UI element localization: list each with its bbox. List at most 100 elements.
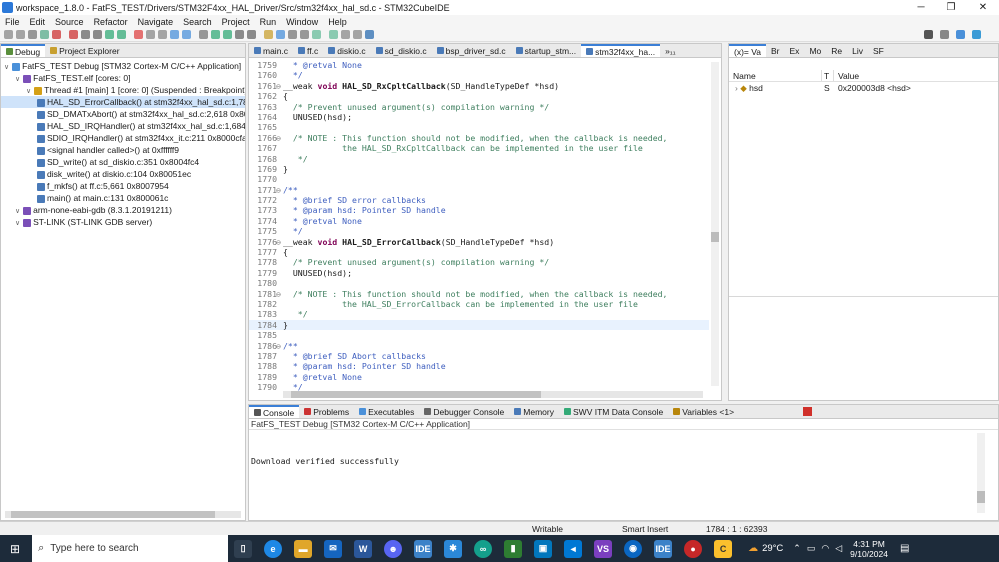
weather-icon[interactable]: ☁ [748,543,758,554]
toolbar-button-icon[interactable] [93,30,102,39]
volume-icon[interactable]: ◁ [835,543,842,554]
toolbar-button-icon[interactable] [134,30,143,39]
bottom-tab[interactable]: Console [249,405,300,418]
toolbar-button-icon[interactable] [211,30,220,39]
editor-overflow[interactable]: »₁₁ [660,44,680,57]
toolbar-button-icon[interactable] [312,30,321,39]
toolbar-button-icon[interactable] [40,30,49,39]
debug-tree-item[interactable]: ∨ FatFS_TEST Debug [STM32 Cortex-M C/C++ … [1,60,245,72]
console-vertical-scrollbar[interactable] [977,433,985,513]
fold-marker[interactable]: ⊖ [276,185,281,195]
search-icon[interactable] [924,30,933,39]
vscode-icon[interactable]: ◄ [564,539,583,558]
view-tab[interactable]: Ex [785,44,805,57]
arduino-icon[interactable]: ∞ [474,539,493,558]
menu-item-window[interactable]: Window [281,17,323,27]
debug-tree-item[interactable]: ∨ FatFS_TEST.elf [cores: 0] [1,72,245,84]
toolbar-button-icon[interactable] [16,30,25,39]
view-tab[interactable]: (x)= Va [729,44,767,57]
toolbar-button-icon[interactable] [365,30,374,39]
toolbar-button-icon[interactable] [223,30,232,39]
editor-tab[interactable]: ff.c [293,44,323,57]
toolbar-button-icon[interactable] [146,30,155,39]
menu-item-run[interactable]: Run [255,17,282,27]
toolbar-button-icon[interactable] [170,30,179,39]
view-tab[interactable]: Liv [847,44,868,57]
settings-icon[interactable]: ✱ [444,539,463,558]
toolbar-button-icon[interactable] [69,30,78,39]
view-tab[interactable]: Mo [804,44,826,57]
tray-chevron-icon[interactable]: ⌃ [793,543,801,554]
bottom-tab[interactable]: Variables <1> [668,405,739,418]
toolbar-button-icon[interactable] [329,30,338,39]
debug-tree-item[interactable]: ∨ arm-none-eabi-gdb (8.3.1.20191211) [1,204,245,216]
toolbar-button-icon[interactable] [182,30,191,39]
expand-icon[interactable]: › [735,83,738,93]
expand-chevron-icon[interactable]: ∨ [15,208,20,215]
terminal-icon[interactable]: ▮ [504,539,523,558]
mail-icon[interactable]: ✉ [324,539,343,558]
debug-tree-item[interactable]: SD_DMATxAbort() at stm32f4xx_hal_sd.c:2,… [1,108,245,120]
clock[interactable]: 4:31 PM 9/10/2024 [850,539,888,559]
stm32cubeide-icon[interactable]: IDE [654,539,673,558]
debug-tree-item[interactable]: main() at main.c:131 0x800061c [1,192,245,204]
app-icon-b[interactable]: ▣ [534,539,553,558]
editor-tab[interactable]: startup_stm... [511,44,582,57]
close-button[interactable]: ✕ [968,0,998,15]
word-icon[interactable]: W [354,539,373,558]
perspective-icon[interactable] [940,30,949,39]
editor-tab[interactable]: bsp_driver_sd.c [432,44,511,57]
toolbar-button-icon[interactable] [199,30,208,39]
editor-tab[interactable]: diskio.c [323,44,370,57]
fold-marker[interactable]: ⊖ [276,81,281,91]
debug-perspective-icon[interactable] [956,30,965,39]
console-output[interactable]: Download verified successfully [249,430,998,466]
toolbar-button-icon[interactable] [235,30,244,39]
weather-temp[interactable]: 29°C [762,543,783,554]
taskbar-search[interactable]: ⌕ Type here to search [32,535,229,562]
file-explorer-icon[interactable]: ▬ [294,539,313,558]
app-icon-c[interactable]: ● [684,539,703,558]
wifi-icon[interactable]: ◠ [821,543,829,554]
bottom-tab[interactable]: SWV ITM Data Console [559,405,668,418]
debug-tree-item[interactable]: ∨ ST-LINK (ST-LINK GDB server) [1,216,245,228]
view-tab[interactable]: Re [826,44,847,57]
toolbar-button-icon[interactable] [288,30,297,39]
menu-item-search[interactable]: Search [178,17,217,27]
menu-item-help[interactable]: Help [323,17,352,27]
debug-tree-item[interactable]: disk_write() at diskio.c:104 0x80051ec [1,168,245,180]
column-name[interactable]: Name [729,70,822,81]
fold-marker[interactable]: ⊖ [276,133,281,143]
tab-project-explorer[interactable]: Project Explorer [45,44,124,57]
tab-debug[interactable]: Debug [1,44,46,57]
toolbar-button-icon[interactable] [264,30,273,39]
editor-tab[interactable]: main.c [249,44,293,57]
chrome-icon[interactable]: ◉ [624,539,643,558]
variable-row[interactable]: › ◆ hsd S 0x200003d8 <hsd> [729,82,998,94]
bottom-tab[interactable]: Memory [509,405,559,418]
view-tab[interactable]: SF [868,44,889,57]
menu-item-edit[interactable]: Edit [25,17,51,27]
discord-icon[interactable]: ☻ [384,539,403,558]
app-icon-d[interactable]: C [714,539,733,558]
toolbar-button-icon[interactable] [117,30,126,39]
toolbar-button-icon[interactable] [276,30,285,39]
editor-vertical-scrollbar[interactable] [711,62,719,386]
debug-tree-item[interactable]: HAL_SD_IRQHandler() at stm32f4xx_hal_sd.… [1,120,245,132]
details-divider[interactable] [729,296,998,297]
menu-item-refactor[interactable]: Refactor [89,17,133,27]
menu-item-project[interactable]: Project [217,17,255,27]
expand-chevron-icon[interactable]: ∨ [15,220,20,227]
debug-tree-item[interactable]: ∨ Thread #1 [main] 1 [core: 0] (Suspended… [1,84,245,96]
battery-icon[interactable]: ▭ [807,543,816,554]
notifications-icon[interactable]: ▤ [900,543,909,554]
toolbar-button-icon[interactable] [52,30,61,39]
bottom-tab[interactable]: Executables [354,405,419,418]
expand-chevron-icon[interactable]: ∨ [26,88,31,95]
cube-perspective-icon[interactable] [972,30,981,39]
debug-tree-item[interactable]: HAL_SD_ErrorCallback() at stm32f4xx_hal_… [1,96,245,108]
editor-horizontal-scrollbar[interactable] [283,391,703,398]
column-value[interactable]: Value [834,70,859,81]
minimize-button[interactable]: ─ [906,0,936,15]
toolbar-button-icon[interactable] [158,30,167,39]
